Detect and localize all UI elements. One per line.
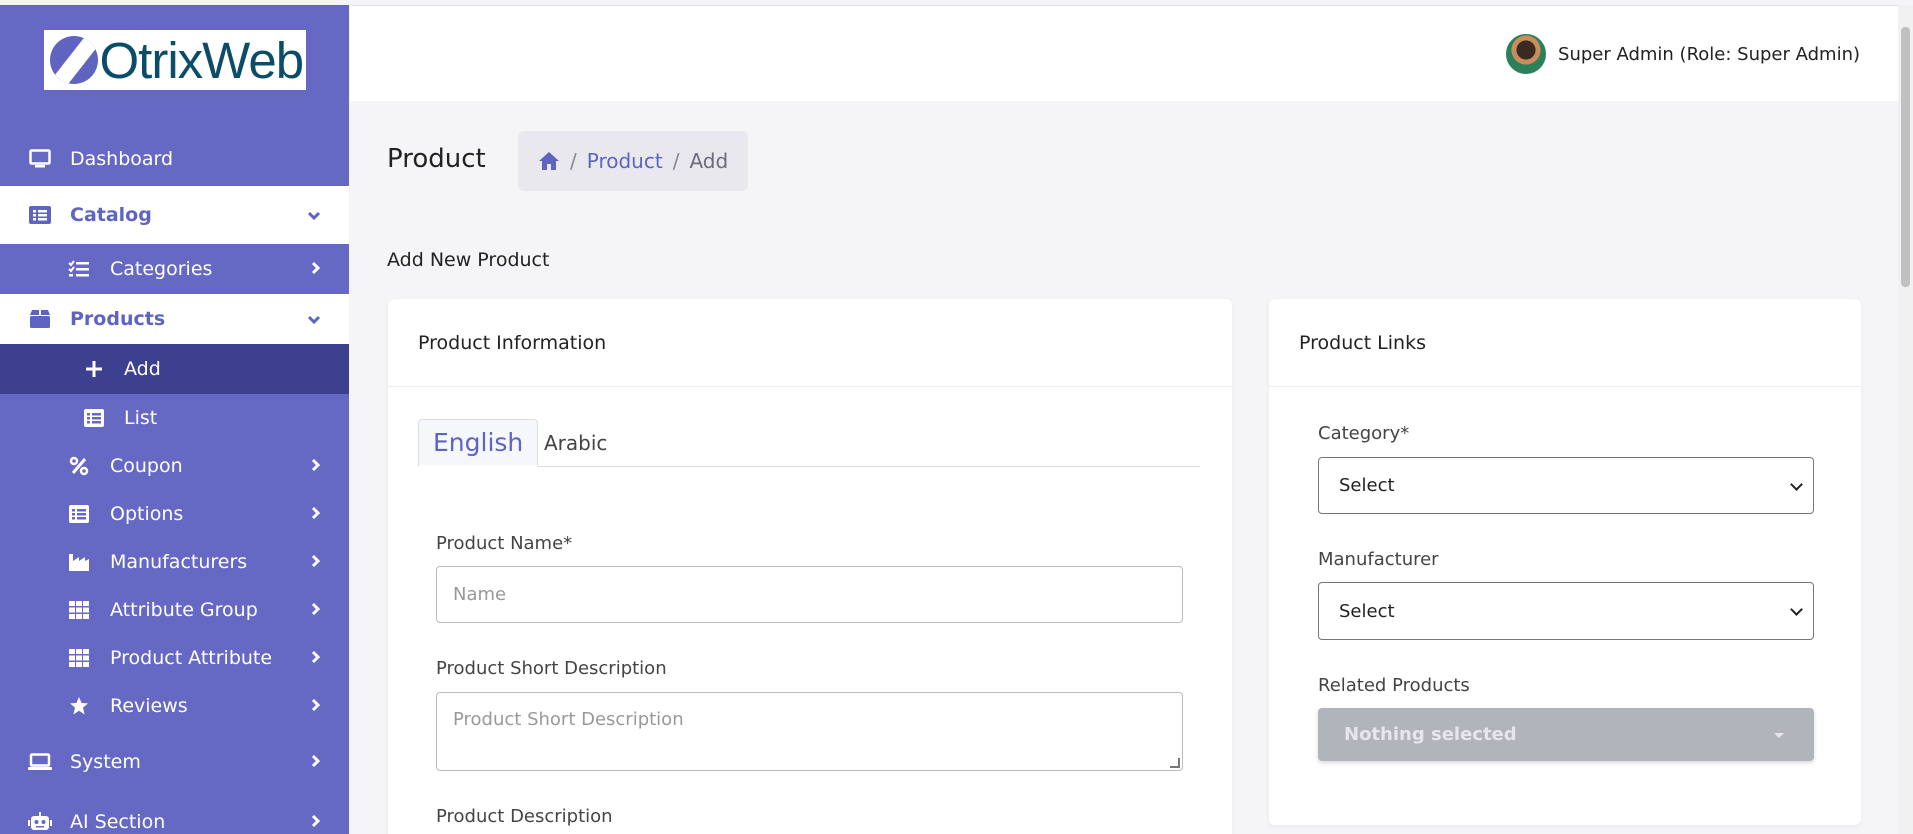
- sidebar-item-options[interactable]: Options: [0, 490, 349, 538]
- sidebar-item-system[interactable]: System: [0, 732, 349, 792]
- laptop-icon: [28, 750, 52, 774]
- category-selected-value: Select: [1339, 475, 1395, 496]
- top-header: Super Admin (Role: Super Admin): [350, 5, 1898, 101]
- breadcrumb-current: Add: [689, 149, 729, 173]
- scrollbar-thumb[interactable]: [1901, 27, 1910, 287]
- sidebar-item-label: AI Section: [70, 811, 166, 833]
- grid-icon: [67, 598, 91, 622]
- sidebar-item-label: Products: [70, 308, 166, 330]
- chevron-right-icon: [311, 260, 321, 279]
- sidebar-item-label: Coupon: [110, 455, 183, 477]
- short-description-textarea[interactable]: Product Short Description: [436, 692, 1183, 771]
- chevron-right-icon: [311, 753, 321, 772]
- chevron-right-icon: [311, 697, 321, 716]
- product-links-card: Product Links Category* Select Manufactu…: [1269, 299, 1861, 825]
- sidebar: OtrixWeb Dashboard Catalog Categories Pr…: [0, 5, 349, 834]
- category-label: Category*: [1318, 423, 1410, 444]
- card-title: Product Information: [388, 299, 1232, 387]
- section-title: Add New Product: [387, 249, 550, 271]
- sidebar-item-add[interactable]: Add: [0, 344, 349, 394]
- sidebar-item-label: Attribute Group: [110, 599, 258, 621]
- category-select[interactable]: Select: [1318, 457, 1814, 514]
- sidebar-item-list[interactable]: List: [0, 394, 349, 442]
- related-products-select[interactable]: Nothing selected: [1318, 708, 1814, 761]
- logo-area: OtrixWeb: [0, 5, 349, 115]
- chevron-down-icon: [307, 310, 321, 329]
- sidebar-item-ai-section[interactable]: AI Section: [0, 792, 349, 834]
- resize-handle-icon[interactable]: [1170, 758, 1180, 768]
- sidebar-item-manufacturers[interactable]: Manufacturers: [0, 538, 349, 586]
- list-alt-icon: [67, 502, 91, 526]
- box-icon: [28, 307, 52, 331]
- short-description-label: Product Short Description: [436, 658, 667, 679]
- logo-text: OtrixWeb: [99, 31, 305, 89]
- sidebar-item-label: System: [70, 751, 141, 773]
- chevron-right-icon: [311, 505, 321, 524]
- sidebar-item-product-attribute[interactable]: Product Attribute: [0, 634, 349, 682]
- chevron-right-icon: [311, 601, 321, 620]
- manufacturer-label: Manufacturer: [1318, 549, 1439, 570]
- page-title: Product: [387, 144, 486, 174]
- home-icon[interactable]: [538, 151, 560, 171]
- related-products-label: Related Products: [1318, 675, 1470, 696]
- star-icon: [67, 694, 91, 718]
- list-alt-icon: [28, 203, 52, 227]
- plus-icon: [82, 357, 106, 381]
- chevron-down-icon: [1790, 477, 1803, 491]
- breadcrumb-separator: /: [570, 149, 577, 173]
- tab-english[interactable]: English: [418, 419, 539, 467]
- grid-icon: [67, 646, 91, 670]
- description-label: Product Description: [436, 806, 613, 827]
- tasks-icon: [67, 257, 91, 281]
- percent-icon: [67, 454, 91, 478]
- sidebar-item-reviews[interactable]: Reviews: [0, 682, 349, 730]
- sidebar-item-label: Options: [110, 503, 184, 525]
- chevron-down-icon: [307, 206, 321, 225]
- robot-icon: [28, 810, 52, 834]
- chevron-down-icon: [1790, 603, 1803, 616]
- sidebar-item-catalog[interactable]: Catalog: [0, 186, 349, 244]
- industry-icon: [67, 550, 91, 574]
- sidebar-item-products[interactable]: Products: [0, 294, 349, 344]
- breadcrumb: / Product / Add: [518, 131, 749, 191]
- sidebar-item-label: List: [124, 407, 158, 429]
- product-name-label: Product Name*: [436, 533, 573, 554]
- card-title: Product Links: [1269, 299, 1861, 387]
- page-scrollbar[interactable]: [1898, 5, 1913, 834]
- chevron-right-icon: [311, 457, 321, 476]
- sidebar-item-label: Manufacturers: [110, 551, 248, 573]
- sidebar-item-label: Categories: [110, 258, 213, 280]
- language-tabs: English Arabic: [418, 419, 1200, 467]
- manufacturer-select[interactable]: Select: [1318, 582, 1814, 640]
- sidebar-item-label: Dashboard: [70, 148, 174, 170]
- product-information-card: Product Information English Arabic Produ…: [388, 299, 1232, 834]
- user-name: Super Admin (Role: Super Admin): [1558, 43, 1860, 65]
- list-icon: [82, 406, 106, 430]
- short-description-placeholder: Product Short Description: [453, 709, 684, 730]
- product-name-input[interactable]: Name: [436, 566, 1183, 623]
- caret-down-icon: [1774, 732, 1784, 738]
- sidebar-item-label: Product Attribute: [110, 647, 273, 669]
- sidebar-item-label: Add: [124, 358, 161, 380]
- tab-arabic[interactable]: Arabic: [530, 419, 621, 467]
- monitor-icon: [28, 147, 52, 171]
- chevron-right-icon: [311, 649, 321, 668]
- breadcrumb-product-link[interactable]: Product: [587, 149, 663, 173]
- breadcrumb-separator: /: [672, 149, 680, 173]
- chevron-right-icon: [311, 813, 321, 832]
- sidebar-item-attribute-group[interactable]: Attribute Group: [0, 586, 349, 634]
- related-products-value: Nothing selected: [1344, 724, 1517, 745]
- sidebar-item-dashboard[interactable]: Dashboard: [0, 129, 349, 189]
- avatar: [1504, 32, 1549, 76]
- sidebar-item-label: Reviews: [110, 695, 188, 717]
- sidebar-item-label: Catalog: [70, 204, 152, 226]
- chevron-right-icon: [311, 553, 321, 572]
- sidebar-item-categories[interactable]: Categories: [0, 245, 349, 293]
- logo-mark-icon: [49, 36, 98, 84]
- manufacturer-selected-value: Select: [1339, 600, 1395, 622]
- sidebar-item-coupon[interactable]: Coupon: [0, 442, 349, 490]
- logo[interactable]: OtrixWeb: [43, 30, 306, 90]
- user-menu[interactable]: Super Admin (Role: Super Admin): [1504, 32, 1860, 76]
